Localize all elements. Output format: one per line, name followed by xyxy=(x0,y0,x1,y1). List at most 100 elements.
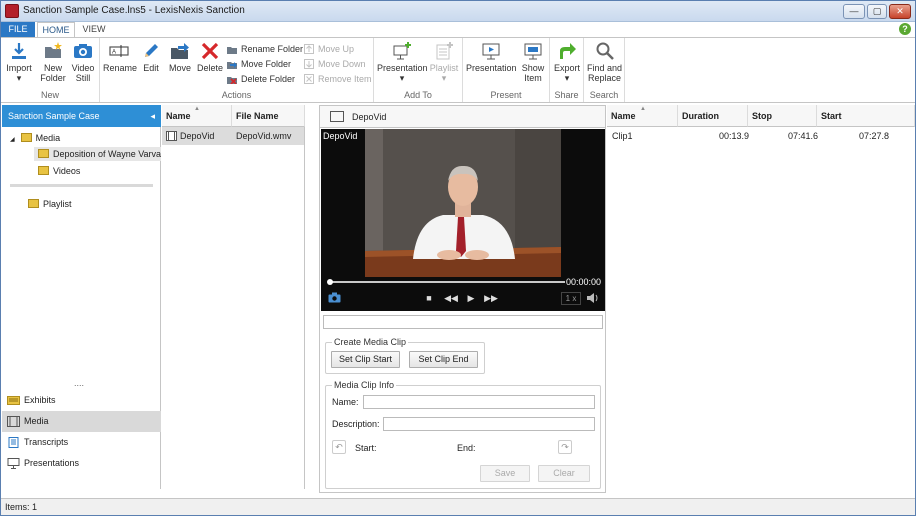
column-header-file-name[interactable]: File Name xyxy=(232,105,305,127)
ribbon-group-search: Find and Replace Search xyxy=(584,38,625,102)
group-label-present: Present xyxy=(490,90,522,100)
film-icon xyxy=(166,131,177,141)
minimize-button[interactable]: — xyxy=(843,4,865,19)
rename-button[interactable]: A Rename xyxy=(103,41,137,73)
rewind-button[interactable]: ◀◀ xyxy=(443,291,459,305)
help-icon[interactable]: ? xyxy=(899,23,911,35)
edit-button[interactable]: Edit xyxy=(138,41,164,73)
stop-button[interactable]: ■ xyxy=(421,291,437,305)
rename-icon: A xyxy=(109,45,129,57)
group-label-search: Search xyxy=(589,90,619,100)
tree-item-media[interactable]: ◢ Media xyxy=(10,131,60,145)
video-folder-icon xyxy=(38,166,49,175)
case-panel: Sanction Sample Case ◂ ◢ Media Deposition… xyxy=(2,105,161,489)
remove-item-button[interactable]: Remove Item xyxy=(304,72,372,86)
tree-item-videos[interactable]: Videos xyxy=(38,164,80,178)
tree-item-deposition[interactable]: Deposition of Wayne Varvar xyxy=(34,147,161,161)
close-button[interactable]: ✕ xyxy=(889,4,911,19)
nav-item-media[interactable]: Media xyxy=(2,411,161,432)
reset-end-icon[interactable]: ↷ xyxy=(558,440,572,454)
clip-start-cell: 07:27.8 xyxy=(859,131,890,141)
nav-item-presentations[interactable]: Presentations xyxy=(2,453,161,474)
clear-button[interactable]: Clear xyxy=(538,465,590,482)
sort-up-icon: ▲ xyxy=(640,106,646,112)
volume-icon[interactable] xyxy=(586,292,600,304)
title-bar: Sanction Sample Case.lns5 - LexisNexis S… xyxy=(1,1,915,22)
collapse-panel-icon[interactable]: ◂ xyxy=(150,105,155,127)
dropdown-caret: ▾ xyxy=(564,73,570,83)
table-row[interactable]: DepoVid DepoVid.wmv xyxy=(162,127,304,145)
video-player[interactable]: DepoVid 00:00:00 ■ ◀◀ ▶ ▶▶ 1 x xyxy=(321,129,605,311)
group-label-actions: Actions xyxy=(221,90,252,100)
group-label-share: Share xyxy=(554,90,579,100)
move-down-icon xyxy=(304,59,314,69)
exhibits-icon xyxy=(7,396,20,405)
pencil-icon xyxy=(145,44,158,57)
move-folder-arrow-icon xyxy=(171,43,189,59)
create-media-clip-title: Create Media Clip xyxy=(332,337,409,347)
playback-progress-bar[interactable] xyxy=(327,279,565,285)
ribbon-group-add-to: Presentation ▾ Playlist ▾ Add To xyxy=(374,38,463,102)
file-path-cell: DepoVid.wmv xyxy=(236,131,292,141)
save-button[interactable]: Save xyxy=(480,465,530,482)
tree-item-playlist[interactable]: Playlist xyxy=(28,197,72,211)
transcript-icon xyxy=(8,437,19,448)
group-label-add-to: Add To xyxy=(404,90,432,100)
start-label: Start: xyxy=(355,443,377,453)
nav-item-transcripts[interactable]: Transcripts xyxy=(2,432,161,453)
search-icon xyxy=(596,42,614,60)
case-header: Sanction Sample Case ◂ xyxy=(2,105,161,127)
clip-position-field[interactable] xyxy=(323,315,603,329)
move-button[interactable]: Move xyxy=(166,41,194,73)
dropdown-caret: ▾ xyxy=(441,73,447,83)
set-clip-start-button[interactable]: Set Clip Start xyxy=(331,351,400,368)
playback-scrubber[interactable] xyxy=(327,279,333,285)
set-clip-end-button[interactable]: Set Clip End xyxy=(409,351,478,368)
ribbon-tabs: FILE HOME VIEW ? xyxy=(1,22,915,37)
snapshot-camera-icon[interactable] xyxy=(328,292,341,303)
export-button[interactable]: Export ▾ xyxy=(552,41,582,83)
media-clip-info-group: Media Clip Info Name: Description: ↶ Sta… xyxy=(325,380,601,489)
move-up-button[interactable]: Move Up xyxy=(304,42,354,56)
clip-description-input[interactable] xyxy=(383,417,595,431)
present-presentation-button[interactable]: Presentation xyxy=(466,41,517,73)
video-frame xyxy=(365,129,561,277)
playback-speed[interactable]: 1 x xyxy=(561,292,581,305)
tab-view[interactable]: VIEW xyxy=(77,22,111,37)
panel-splitter[interactable]: .... xyxy=(74,378,84,388)
show-item-button[interactable]: Show Item xyxy=(518,41,548,83)
find-replace-button[interactable]: Find and Replace xyxy=(585,41,624,83)
import-button[interactable]: Import ▾ xyxy=(5,41,33,83)
video-still-button[interactable]: Video Still xyxy=(69,41,97,83)
media-header: DepoVid xyxy=(320,106,605,128)
move-folder-button[interactable]: Move Folder xyxy=(227,57,291,71)
play-button[interactable]: ▶ xyxy=(463,291,479,305)
playlist-add-icon xyxy=(436,42,453,60)
delete-button[interactable]: Delete xyxy=(196,41,224,73)
move-down-button[interactable]: Move Down xyxy=(304,57,366,71)
ribbon-group-new: Import ▾ New Folder Video Still New xyxy=(1,38,100,102)
tab-file[interactable]: FILE xyxy=(1,22,35,37)
tab-home[interactable]: HOME xyxy=(37,22,75,37)
remove-item-icon xyxy=(304,74,314,84)
clip-name-input[interactable] xyxy=(363,395,595,409)
expander-icon[interactable]: ◢ xyxy=(10,137,15,143)
dropdown-caret: ▾ xyxy=(399,73,405,83)
fast-forward-button[interactable]: ▶▶ xyxy=(483,291,499,305)
presentation-play-icon xyxy=(482,43,500,60)
column-header-stop[interactable]: Stop xyxy=(748,105,817,127)
add-to-presentation-button[interactable]: Presentation ▾ xyxy=(377,41,428,83)
clip-stop-cell: 07:41.6 xyxy=(788,131,819,141)
presentation-add-icon xyxy=(393,42,411,60)
column-header-start[interactable]: Start xyxy=(817,105,915,127)
delete-folder-button[interactable]: Delete Folder xyxy=(227,72,295,86)
new-folder-button[interactable]: New Folder xyxy=(38,41,68,83)
tree-horizontal-scrollbar[interactable] xyxy=(10,184,153,187)
show-item-icon xyxy=(524,43,542,60)
column-header-duration[interactable]: Duration xyxy=(678,105,748,127)
add-to-playlist-button[interactable]: Playlist ▾ xyxy=(429,41,459,83)
maximize-button[interactable]: ▢ xyxy=(867,4,887,19)
reset-start-icon[interactable]: ↶ xyxy=(332,440,346,454)
rename-folder-button[interactable]: Rename Folder xyxy=(227,42,303,56)
nav-item-exhibits[interactable]: Exhibits xyxy=(2,390,161,411)
